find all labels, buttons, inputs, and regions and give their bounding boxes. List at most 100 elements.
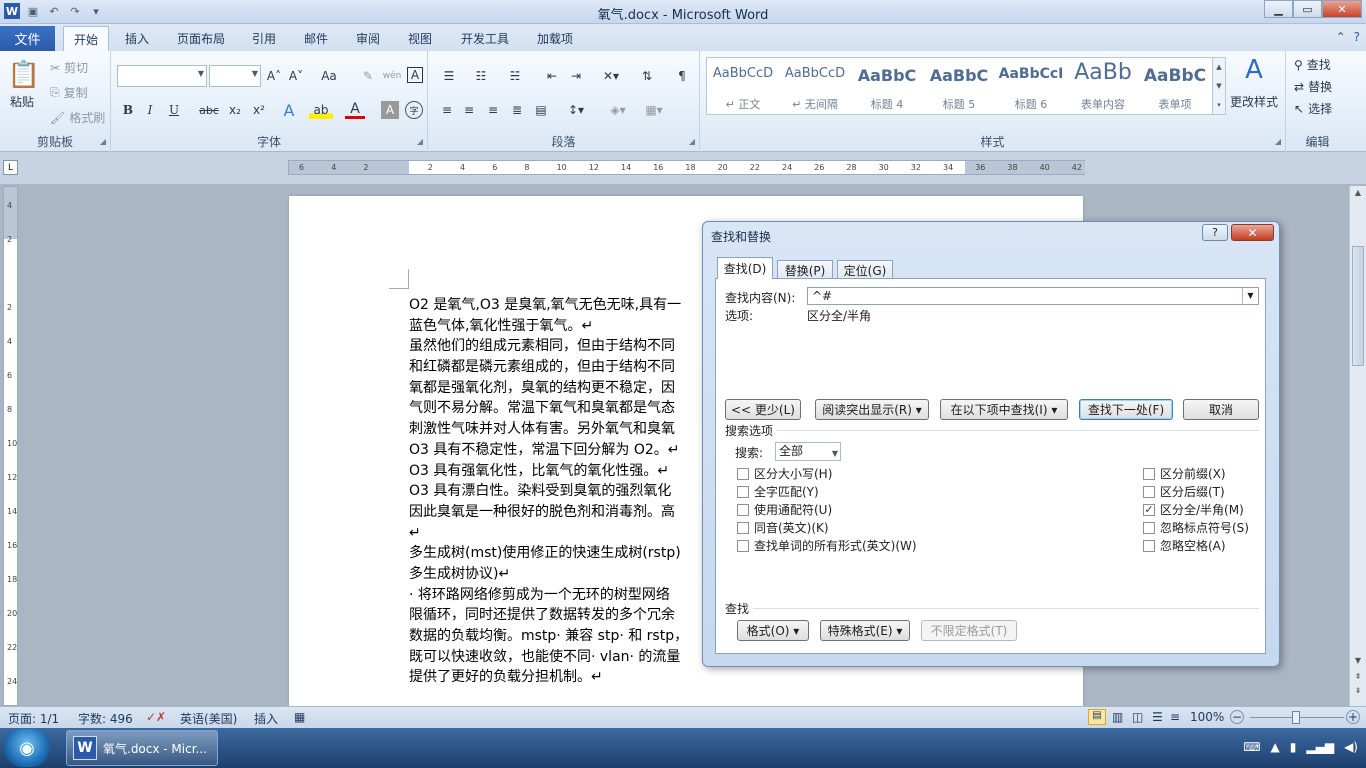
document-line[interactable]: 提供了更好的负载分担机制。↵ xyxy=(409,667,729,688)
network-icon[interactable]: ▂▄▆ xyxy=(1306,740,1334,754)
dialog-launcher-icon[interactable]: ◢ xyxy=(100,137,106,146)
format-painter-button[interactable]: 🖌 格式刷 xyxy=(50,109,105,126)
tray-arrow-icon[interactable]: ▲ xyxy=(1271,740,1280,754)
distributed-icon[interactable]: ▤ xyxy=(532,101,550,119)
zoom-level[interactable]: 100% xyxy=(1190,710,1224,724)
less-button[interactable]: << 更少(L) xyxy=(725,399,801,420)
minimize-button[interactable]: ▁ xyxy=(1264,0,1293,18)
prev-page-icon[interactable]: ⇞ xyxy=(1350,672,1366,681)
option-checkbox[interactable]: 区分后缀(T) xyxy=(1143,483,1225,500)
scroll-down-icon[interactable]: ▼ xyxy=(1216,82,1221,90)
start-button[interactable]: ◉ xyxy=(4,729,50,767)
zoom-slider-thumb[interactable] xyxy=(1292,711,1300,724)
vertical-scrollbar[interactable]: ▲ ▼ ⇞ ⇟ xyxy=(1349,186,1366,706)
style-item[interactable]: AaBbCcI 标题 6 xyxy=(995,58,1067,114)
full-screen-icon[interactable]: ▥ xyxy=(1112,710,1123,724)
option-checkbox[interactable]: 全字匹配(Y) xyxy=(737,483,819,500)
underline-icon[interactable]: U xyxy=(165,101,183,119)
checkbox-icon[interactable] xyxy=(1143,521,1155,534)
document-line[interactable]: 和红磷都是磷元素组成的，但由于结构不同 xyxy=(409,357,729,378)
style-item[interactable]: AaBbC 标题 4 xyxy=(851,58,923,114)
outline-icon[interactable]: ☰ xyxy=(1152,710,1163,724)
proofing-icon[interactable]: ✓✗ xyxy=(146,710,166,724)
vertical-ruler[interactable]: 4 2 2 4 6 8 10 12 14 16 18 20 22 24 xyxy=(3,186,18,706)
grow-font-icon[interactable]: A˄ xyxy=(265,67,283,85)
dialog-tab-find[interactable]: 查找(D) xyxy=(717,257,773,279)
tab-mailings[interactable]: 邮件 xyxy=(296,26,336,51)
justify-icon[interactable]: ≣ xyxy=(508,101,526,119)
document-line[interactable]: 因此臭氧是一种很好的脱色剂和消毒剂。高 xyxy=(409,502,729,523)
cancel-button[interactable]: 取消 xyxy=(1183,399,1259,420)
scroll-up-icon[interactable]: ▲ xyxy=(1350,188,1366,197)
clear-format-icon[interactable]: ✎ xyxy=(359,67,377,85)
horizontal-ruler[interactable]: 6 4 2 2 4 6 8 10 12 14 16 18 20 22 24 26 28 30 32 34 36 38 40 4… xyxy=(288,160,1085,175)
style-item[interactable]: AaBbC 标题 5 xyxy=(923,58,995,114)
bullets-icon[interactable]: ☰ xyxy=(438,67,460,85)
option-checkbox[interactable]: ✓ 区分全/半角(M) xyxy=(1143,501,1244,518)
dialog-close-button[interactable]: ✕ xyxy=(1231,224,1274,241)
option-checkbox[interactable]: 忽略空格(A) xyxy=(1143,537,1226,554)
copy-button[interactable]: ⎘ 复制 xyxy=(50,84,88,101)
document-line[interactable]: 气则不易分解。常温下氧气和臭氧都是气态 xyxy=(409,398,729,419)
checkbox-icon[interactable] xyxy=(737,539,749,552)
option-checkbox[interactable]: 使用通配符(U) xyxy=(737,501,832,518)
styles-scroll[interactable]: ▲ ▼ ▾ xyxy=(1212,57,1226,115)
page-count[interactable]: 页面: 1/1 xyxy=(8,710,59,727)
bold-icon[interactable]: B xyxy=(119,101,137,119)
dialog-help-button[interactable]: ? xyxy=(1202,224,1228,241)
checkbox-icon[interactable] xyxy=(737,503,749,516)
cut-button[interactable]: ✂ 剪切 xyxy=(50,59,88,76)
document-line[interactable]: 限循环，同时还提供了数据转发的多个冗余 xyxy=(409,605,729,626)
scroll-up-icon[interactable]: ▲ xyxy=(1216,63,1221,71)
checkbox-checked-icon[interactable]: ✓ xyxy=(1143,503,1155,516)
document-line[interactable]: ↵ xyxy=(409,523,729,544)
phonetic-guide-icon[interactable]: wén xyxy=(381,67,403,85)
shrink-font-icon[interactable]: A˅ xyxy=(287,67,305,85)
more-styles-icon[interactable]: ▾ xyxy=(1217,101,1221,109)
find-what-input[interactable]: ^# ▼ xyxy=(807,287,1259,305)
document-line[interactable]: 虽然他们的组成元素相同，但由于结构不同 xyxy=(409,336,729,357)
tab-references[interactable]: 引用 xyxy=(244,26,284,51)
dropdown-arrow-icon[interactable]: ▼ xyxy=(1242,288,1258,304)
tab-review[interactable]: 审阅 xyxy=(348,26,388,51)
dialog-tab-replace[interactable]: 替换(P) xyxy=(777,260,833,279)
find-in-button[interactable]: 在以下项中查找(I) ▾ xyxy=(940,399,1068,420)
dialog-launcher-icon[interactable]: ◢ xyxy=(689,137,695,146)
scroll-thumb[interactable] xyxy=(1352,246,1364,366)
style-item[interactable]: AaBbCcD ↵ 正文 xyxy=(707,58,779,114)
format-button[interactable]: 格式(O) ▾ xyxy=(737,620,809,641)
checkbox-icon[interactable] xyxy=(1143,485,1155,498)
paste-button[interactable]: 粘贴 xyxy=(10,93,34,110)
option-checkbox[interactable]: 查找单词的所有形式(英文)(W) xyxy=(737,537,917,554)
style-item[interactable]: AaBbCcD ↵ 无间隔 xyxy=(779,58,851,114)
maximize-button[interactable]: ▭ xyxy=(1293,0,1322,18)
tab-page-layout[interactable]: 页面布局 xyxy=(168,26,234,51)
document-line[interactable]: O3 具有漂白性。染料受到臭氧的强烈氧化 xyxy=(409,481,729,502)
font-name-combo[interactable]: ▼ xyxy=(117,65,207,87)
borders-icon[interactable]: ▦▾ xyxy=(640,101,668,119)
minimize-ribbon-icon[interactable]: ⌃ xyxy=(1336,30,1346,44)
text-effects-icon[interactable]: A xyxy=(279,101,299,120)
align-center-icon[interactable]: ≡ xyxy=(460,101,478,119)
document-line[interactable]: 多生成树(mst)使用修正的快速生成树(rstp) xyxy=(409,543,729,564)
change-styles-button[interactable]: 更改样式 xyxy=(1230,93,1278,110)
font-color-icon[interactable]: A xyxy=(345,101,365,119)
document-line[interactable]: 氧都是强氧化剂，臭氧的结构更不稳定，因 xyxy=(409,378,729,399)
align-right-icon[interactable]: ≡ xyxy=(484,101,502,119)
option-checkbox[interactable]: 区分大小写(H) xyxy=(737,465,832,482)
change-case-icon[interactable]: Aa xyxy=(317,67,341,85)
enclose-char-icon[interactable]: 字 xyxy=(405,101,423,119)
battery-icon[interactable]: ▮ xyxy=(1290,740,1297,754)
document-line[interactable]: O2 是氧气,O3 是臭氧,氧气无色无味,具有一 xyxy=(409,295,729,316)
reading-highlight-button[interactable]: 阅读突出显示(R) ▾ xyxy=(815,399,929,420)
multilevel-list-icon[interactable]: ☵ xyxy=(504,67,526,85)
char-shading-icon[interactable]: A xyxy=(381,101,399,119)
paste-icon[interactable]: 📋 xyxy=(6,55,42,95)
keyboard-icon[interactable]: ⌨ xyxy=(1243,740,1260,754)
tab-file[interactable]: 文件 xyxy=(0,26,55,51)
checkbox-icon[interactable] xyxy=(737,521,749,534)
help-icon[interactable]: ? xyxy=(1354,30,1360,44)
insert-mode[interactable]: 插入 xyxy=(254,710,278,727)
tab-home[interactable]: 开始 xyxy=(63,26,109,51)
no-formatting-button[interactable]: 不限定格式(T) xyxy=(921,620,1017,641)
